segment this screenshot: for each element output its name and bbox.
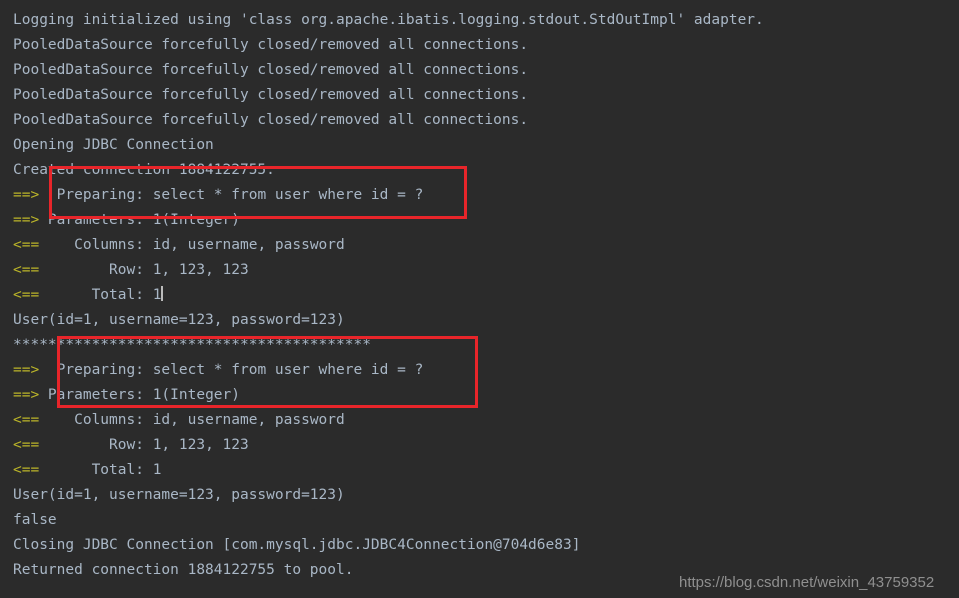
log-direction-arrow: <== [13,287,40,303]
log-line: false [13,508,57,533]
log-line: Opening JDBC Connection [13,133,214,158]
log-line-text: User(id=1, username=123, password=123) [13,487,345,503]
log-line: <== Row: 1, 123, 123 [13,433,249,458]
log-line: ****************************************… [13,333,371,358]
log-line-text: Opening JDBC Connection [13,137,214,153]
log-direction-arrow: ==> [13,387,40,403]
log-line-text: Closing JDBC Connection [com.mysql.jdbc.… [13,537,581,553]
log-line-text: Logging initialized using 'class org.apa… [13,12,764,28]
log-line-text: Row: 1, 123, 123 [39,262,249,278]
log-line: PooledDataSource forcefully closed/remov… [13,33,528,58]
log-line: Created connection 1884122755. [13,158,275,183]
log-line: <== Total: 1 [13,458,161,483]
log-line-text: Columns: id, username, password [39,412,345,428]
log-line-text: PooledDataSource forcefully closed/remov… [13,62,529,78]
log-line-text: Columns: id, username, password [39,237,345,253]
log-line-text: PooledDataSource forcefully closed/remov… [13,37,529,53]
log-direction-arrow: <== [13,262,40,278]
log-line-text: PooledDataSource forcefully closed/remov… [13,87,529,103]
log-line: <== Columns: id, username, password [13,408,345,433]
log-direction-arrow: <== [13,412,40,428]
log-line: ==> Preparing: select * from user where … [13,183,423,208]
log-line: <== Columns: id, username, password [13,233,345,258]
log-line: PooledDataSource forcefully closed/remov… [13,58,528,83]
log-direction-arrow: ==> [13,362,40,378]
log-line: <== Row: 1, 123, 123 [13,258,249,283]
log-line-text: Returned connection 1884122755 to pool. [13,562,354,578]
log-line-text: Row: 1, 123, 123 [39,437,249,453]
log-line-text: Preparing: select * from user where id =… [39,187,424,203]
log-direction-arrow: <== [13,437,40,453]
log-line-text: Total: 1 [39,287,162,303]
log-line: <== Total: 1 [13,283,164,308]
log-line-text: Created connection 1884122755. [13,162,275,178]
log-line-text: Parameters: 1(Integer) [39,212,240,228]
log-line: PooledDataSource forcefully closed/remov… [13,83,528,108]
log-line-text: PooledDataSource forcefully closed/remov… [13,112,529,128]
log-line: ==> Parameters: 1(Integer) [13,208,240,233]
watermark-text: https://blog.csdn.net/weixin_43759352 [679,574,935,591]
log-line: ==> Parameters: 1(Integer) [13,383,240,408]
log-line: Closing JDBC Connection [com.mysql.jdbc.… [13,533,580,558]
log-line: Logging initialized using 'class org.apa… [13,8,764,33]
log-line-text: User(id=1, username=123, password=123) [13,312,345,328]
log-line-text: ****************************************… [13,337,371,353]
text-caret [161,286,164,301]
log-direction-arrow: ==> [13,212,40,228]
log-line: PooledDataSource forcefully closed/remov… [13,108,528,133]
log-line: User(id=1, username=123, password=123) [13,308,345,333]
log-line-text: Parameters: 1(Integer) [39,387,240,403]
console-output-panel[interactable]: Logging initialized using 'class org.apa… [0,0,959,598]
log-direction-arrow: ==> [13,187,40,203]
log-direction-arrow: <== [13,462,40,478]
log-line: Returned connection 1884122755 to pool. [13,558,353,583]
log-line-text: Preparing: select * from user where id =… [39,362,424,378]
log-line: ==> Preparing: select * from user where … [13,358,423,383]
log-line: User(id=1, username=123, password=123) [13,483,345,508]
log-line-text: Total: 1 [39,462,162,478]
log-line-text: false [13,512,57,528]
log-direction-arrow: <== [13,237,40,253]
